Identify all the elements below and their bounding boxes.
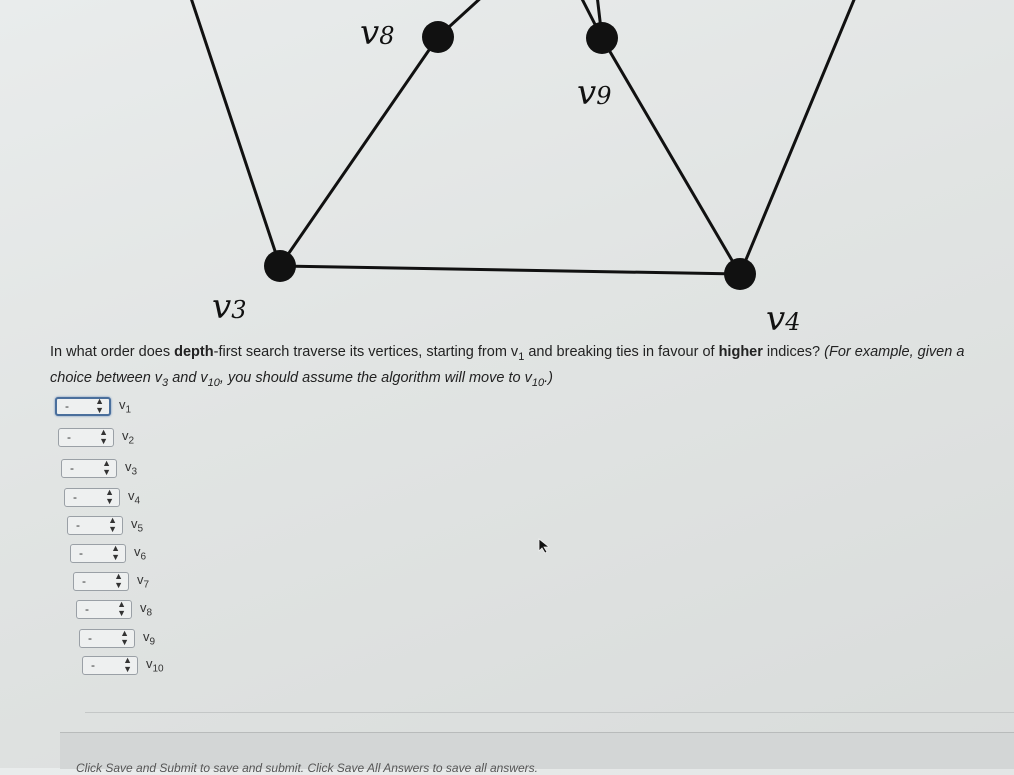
vertex-label-v3: v3 [125,458,138,478]
order-select-v1[interactable]: - ▲ ▼ [55,396,111,416]
up-down-arrows-icon: ▲ ▼ [99,427,108,446]
vertex-v3-node [264,250,296,282]
order-select-v2[interactable]: - ▲ ▼ [58,427,114,447]
order-select-v6[interactable]: - ▲ ▼ [70,543,126,563]
vertex-v8-node [422,21,454,53]
order-select-v10[interactable]: - ▲ ▼ [82,655,138,675]
vertex-label-v9: v9 [143,628,156,648]
up-down-arrows-icon: ▲ ▼ [114,571,123,590]
order-select-v7[interactable]: - ▲ ▼ [73,571,129,591]
vertex-label-v1: v1 [119,396,132,416]
order-select-v5[interactable]: - ▲ ▼ [67,515,123,535]
edge-v4-top [738,0,856,276]
vertex-label-v7: v7 [137,571,150,591]
footer-bar: Click Save and Submit to save and submit… [60,732,1014,775]
order-select-v9[interactable]: - ▲ ▼ [79,628,135,648]
answer-row-v4: - ▲ ▼ v4 [64,487,140,507]
answer-row-v8: - ▲ ▼ v8 [76,599,152,619]
footer-instructions: Click Save and Submit to save and submit… [76,761,538,775]
vertex-label-v6: v6 [134,543,147,563]
vertex-label-v4: v4 [128,487,141,507]
answer-row-v3: - ▲ ▼ v3 [61,458,137,478]
order-select-v3[interactable]: - ▲ ▼ [61,458,117,478]
vertex-label-v10: v10 [146,655,164,675]
edge-v9-v4 [600,36,742,276]
answer-row-v7: - ▲ ▼ v7 [73,571,149,591]
graph-figure: v8 v9 v3 v4 [190,0,856,330]
vertex-label-v5: v5 [131,515,144,535]
edge-v3-v4 [278,264,742,276]
answer-row-v9: - ▲ ▼ v9 [79,628,155,648]
up-down-arrows-icon: ▲ ▼ [123,655,132,674]
up-down-arrows-icon: ▲ ▼ [102,458,111,477]
answer-row-v1: - ▲ ▼ v1 [55,396,131,416]
vertex-v8-label: v8 [360,13,395,53]
vertex-v3-label: v3 [212,287,247,327]
up-down-arrows-icon: ▲ ▼ [108,515,117,534]
up-down-arrows-icon: ▲ ▼ [111,543,120,562]
question-text: In what order does depth-first search tr… [50,344,965,389]
vertex-v9-label: v9 [577,73,612,113]
edge-v3-v8 [278,35,440,268]
order-select-v4[interactable]: - ▲ ▼ [64,487,120,507]
edge-v3-top [190,0,282,268]
answer-row-v6: - ▲ ▼ v6 [70,543,146,563]
vertex-label-v2: v2 [122,427,135,447]
vertex-v4-node [724,258,756,290]
answer-row-v5: - ▲ ▼ v5 [67,515,143,535]
up-down-arrows-icon: ▲ ▼ [117,599,126,618]
order-select-v8[interactable]: - ▲ ▼ [76,599,132,619]
mouse-pointer-icon [538,538,551,554]
up-down-arrows-icon: ▲ ▼ [95,396,104,415]
answer-row-v10: - ▲ ▼ v10 [82,655,164,675]
answer-row-v2: - ▲ ▼ v2 [58,427,134,447]
content-divider [85,712,1014,713]
vertex-v9-node [586,22,618,54]
vertex-v4-label: v4 [766,299,801,330]
up-down-arrows-icon: ▲ ▼ [105,487,114,506]
vertex-label-v8: v8 [140,599,153,619]
up-down-arrows-icon: ▲ ▼ [120,628,129,647]
